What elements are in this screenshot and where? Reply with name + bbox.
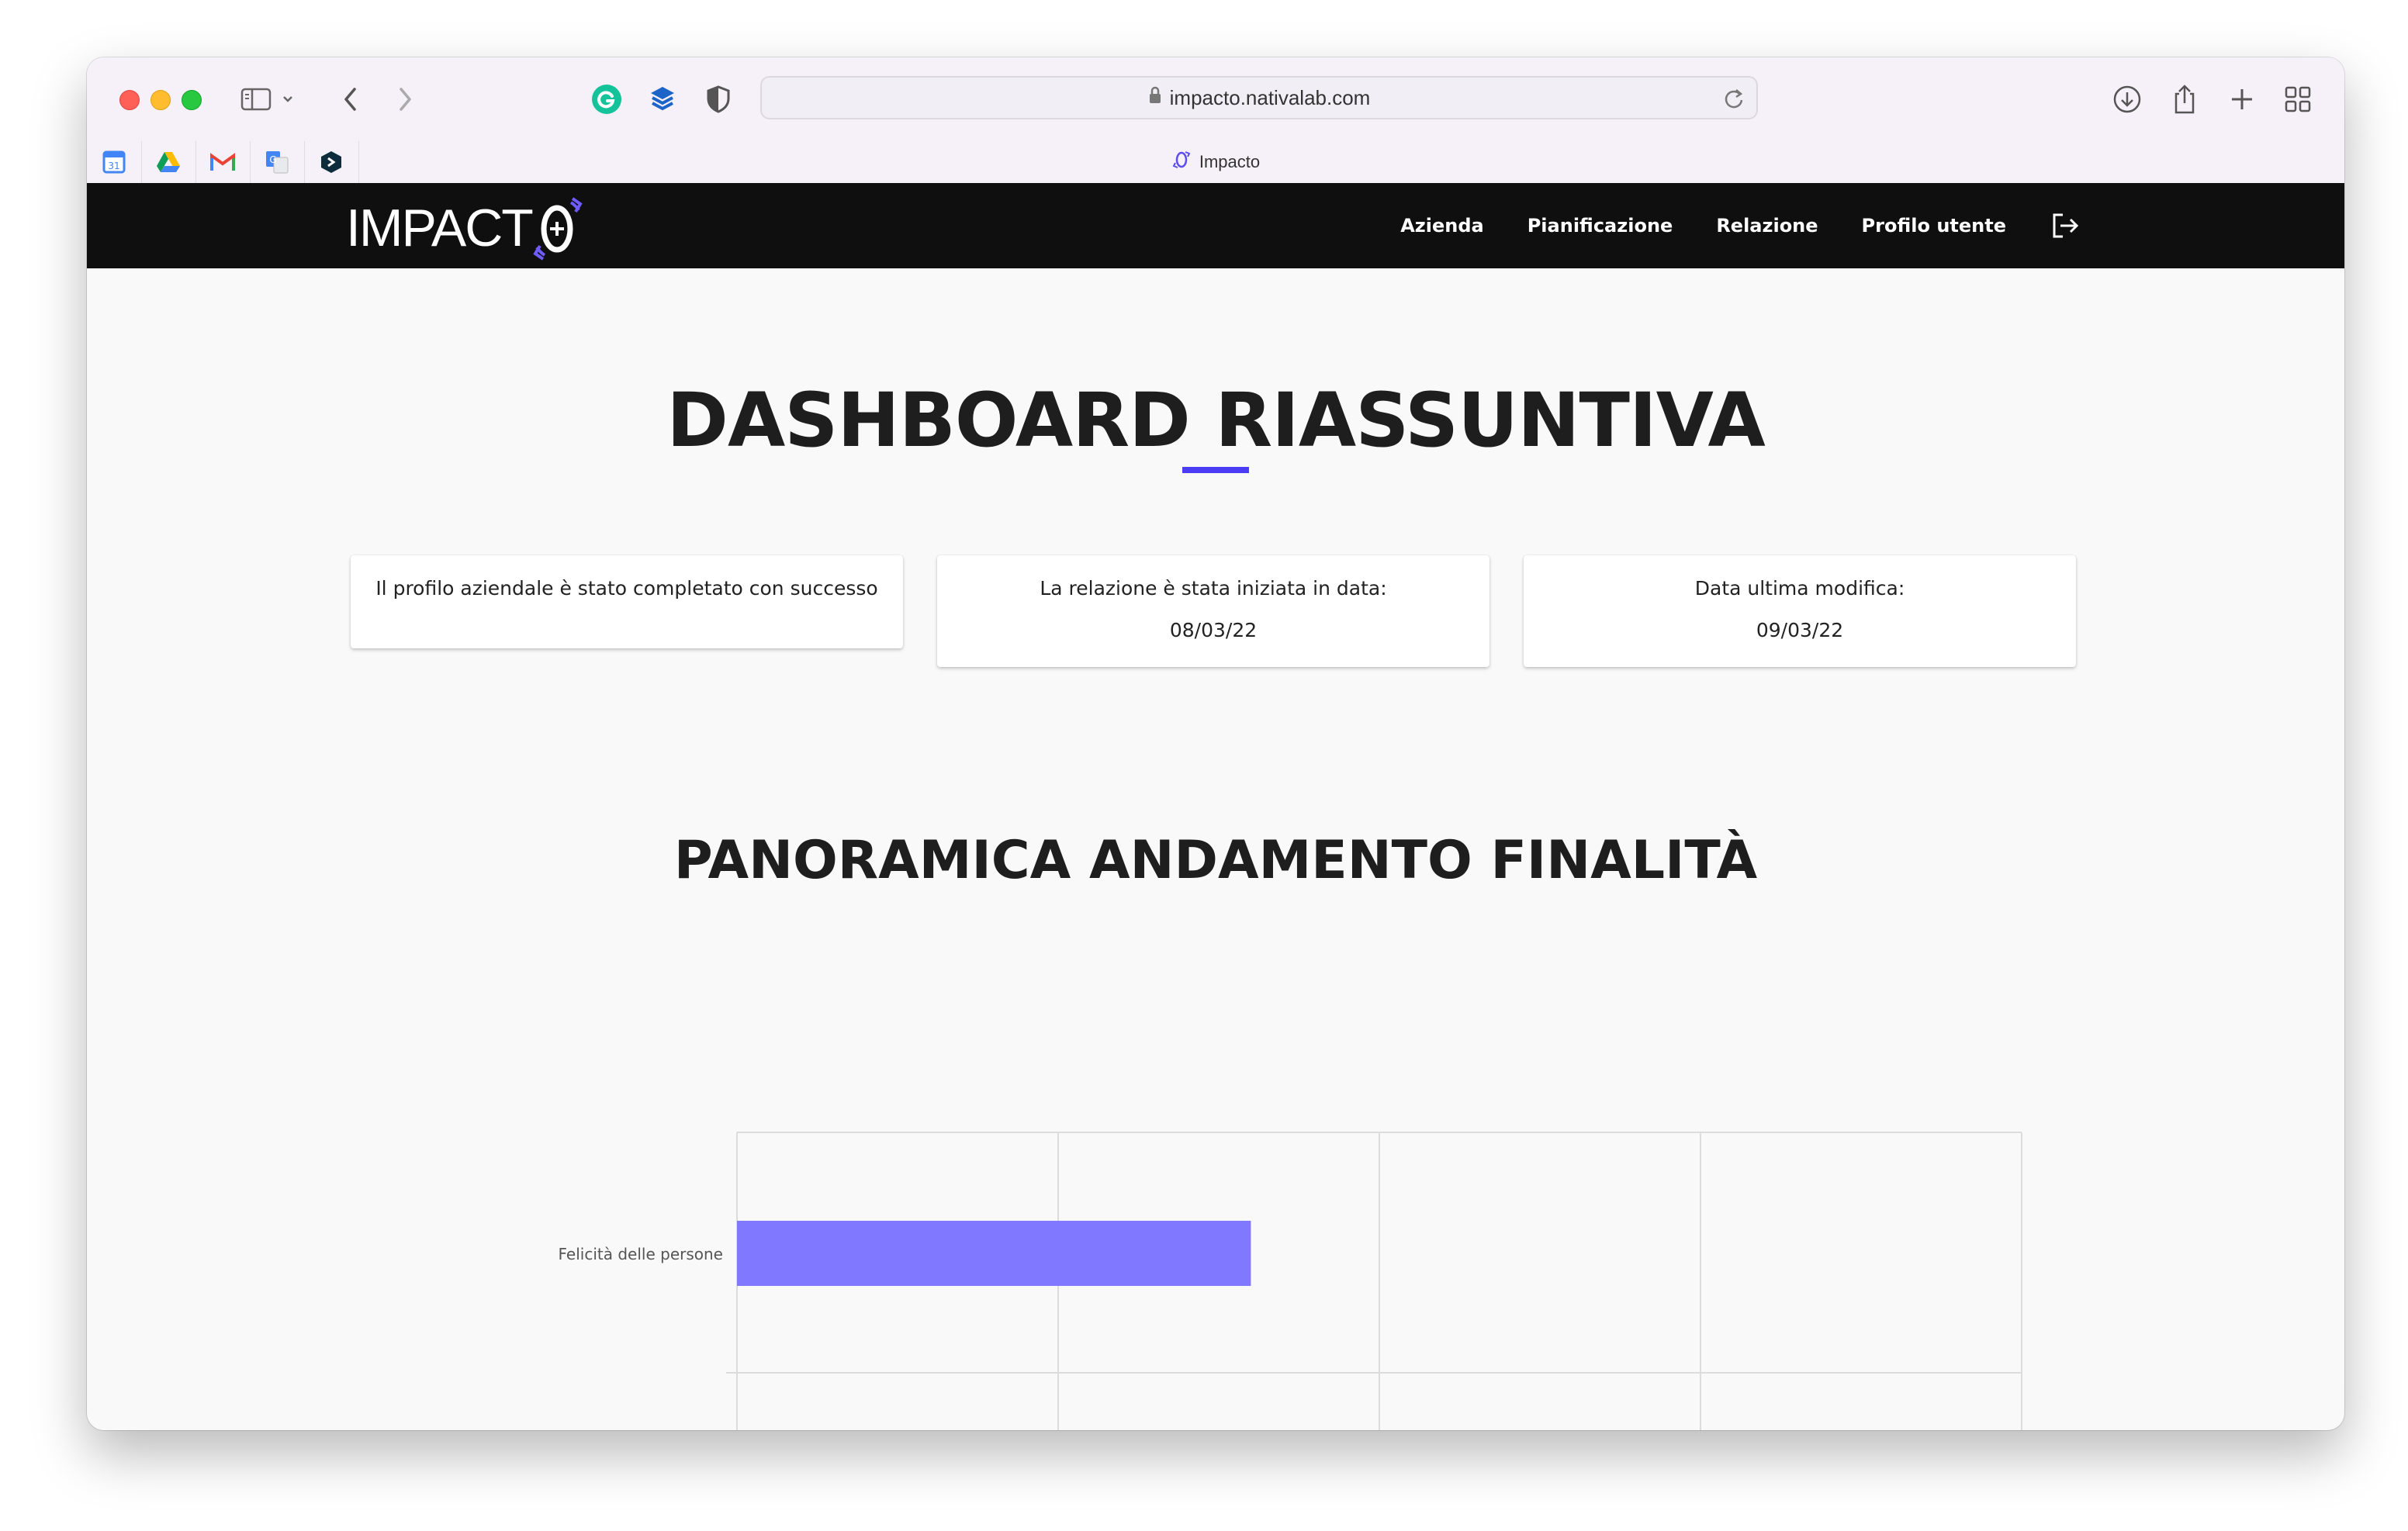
nav-profilo-utente[interactable]: Profilo utente <box>1862 215 2006 237</box>
reload-icon[interactable] <box>1722 87 1745 110</box>
title-underline <box>1182 467 1249 473</box>
downloads-icon[interactable] <box>2109 81 2146 118</box>
extension-bookmark-icon[interactable] <box>304 141 359 183</box>
profile-status-text: Il profilo aziendale è stato completato … <box>375 577 878 600</box>
svg-text:31: 31 <box>108 161 119 171</box>
logo-text: IMPACT <box>346 199 534 257</box>
tab-overview-icon[interactable] <box>2279 81 2316 118</box>
profile-status-card: Il profilo aziendale è stato completato … <box>351 555 903 648</box>
minimize-window-button[interactable] <box>150 90 171 110</box>
browser-toolbar: impacto.nativalab.com <box>87 57 2344 141</box>
gmail-icon[interactable] <box>195 141 251 183</box>
privacy-shield-icon[interactable] <box>700 81 737 118</box>
browser-window: impacto.nativalab.com 31 G Impacto IMPAC… <box>87 57 2344 1430</box>
nav-relazione[interactable]: Relazione <box>1716 215 1818 237</box>
report-start-card: La relazione è stata iniziata in data: 0… <box>937 555 1489 667</box>
buffer-extension-icon[interactable] <box>644 81 681 118</box>
last-modified-label: Data ultima modifica: <box>1694 577 1905 600</box>
google-drive-icon[interactable] <box>141 141 196 183</box>
tab-title-text: Impacto <box>1199 152 1261 171</box>
chevron-down-icon[interactable] <box>276 81 299 118</box>
chart-category-label: Felicità delle persone <box>559 1245 723 1263</box>
url-text: impacto.nativalab.com <box>1169 85 1371 109</box>
sidebar-toggle-icon[interactable] <box>237 81 275 118</box>
last-modified-date: 09/03/22 <box>1756 619 1844 641</box>
address-bar[interactable]: impacto.nativalab.com <box>760 76 1758 119</box>
nav-pianificazione[interactable]: Pianificazione <box>1527 215 1673 237</box>
report-start-date: 08/03/22 <box>1169 619 1258 641</box>
forward-arrow-icon[interactable] <box>386 81 424 118</box>
logo-zero-plus-icon <box>533 197 583 261</box>
zoom-window-button[interactable] <box>182 90 202 110</box>
grammarly-extension-icon[interactable] <box>588 81 625 118</box>
google-calendar-icon[interactable]: 31 <box>87 141 142 183</box>
nav-azienda[interactable]: Azienda <box>1400 215 1484 237</box>
share-icon[interactable] <box>2166 81 2203 118</box>
report-start-label: La relazione è stata iniziata in data: <box>1040 577 1387 600</box>
logout-icon[interactable] <box>2050 210 2081 241</box>
google-translate-icon[interactable]: G <box>250 141 305 183</box>
new-tab-icon[interactable] <box>2223 81 2261 118</box>
impacto-logo[interactable]: IMPACT <box>346 197 586 261</box>
lock-icon <box>1148 86 1162 110</box>
close-window-button[interactable] <box>119 90 140 110</box>
favorites-bar: 31 G Impacto <box>87 141 2344 184</box>
finalita-bar-chart: Felicità delle persone <box>559 1132 2022 1430</box>
active-tab[interactable]: Impacto <box>87 141 2344 183</box>
svg-text:G: G <box>269 154 276 165</box>
site-navbar: IMPACT Azienda Pianificazione Relazione … <box>87 183 2344 268</box>
back-arrow-icon[interactable] <box>332 81 369 118</box>
impacto-favicon-icon <box>1171 150 1192 175</box>
page-title: DASHBOARD RIASSUNTIVA <box>666 377 1765 464</box>
chart-bar <box>737 1221 1251 1286</box>
last-modified-card: Data ultima modifica: 09/03/22 <box>1524 555 2076 667</box>
section-title: PANORAMICA ANDAMENTO FINALITÀ <box>673 830 1758 891</box>
